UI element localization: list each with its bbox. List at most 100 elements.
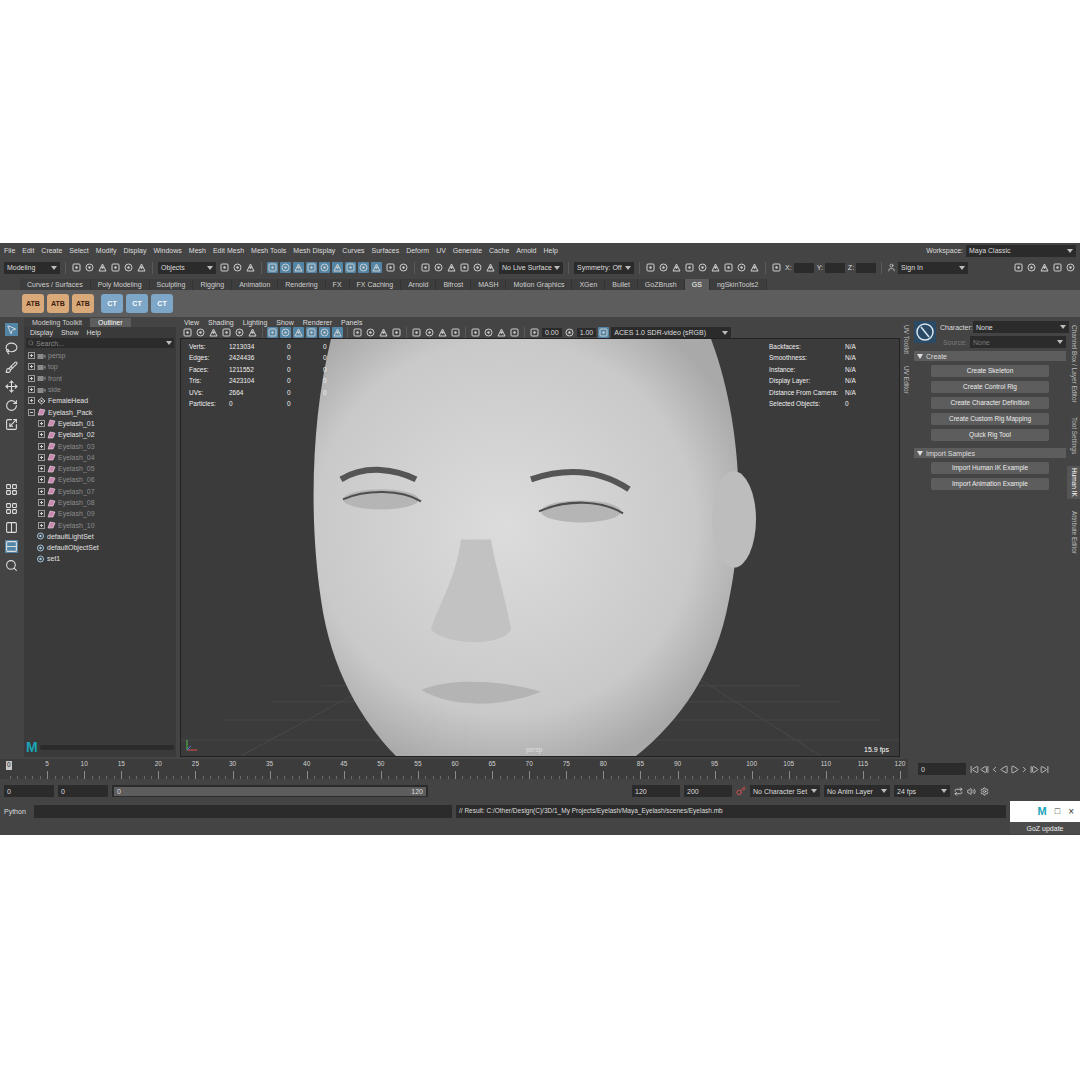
outliner-item[interactable]: Eyelash_03: [24, 440, 176, 451]
select-mask-icon[interactable]: [232, 262, 243, 273]
expand-icon[interactable]: [28, 352, 35, 359]
camera-tool-icon[interactable]: [195, 327, 206, 338]
workspace-dropdown[interactable]: Maya Classic: [966, 245, 1076, 257]
side-tab[interactable]: Attribute Editor: [1067, 509, 1080, 556]
section-header[interactable]: Create: [914, 351, 1066, 361]
outliner-item[interactable]: Eyelash_09: [24, 508, 176, 519]
render-icon[interactable]: [736, 262, 747, 273]
component-icon[interactable]: [358, 262, 369, 273]
snap-icon[interactable]: [485, 262, 496, 273]
current-frame-field[interactable]: 0: [918, 763, 966, 775]
component-icon[interactable]: [319, 262, 330, 273]
menu-item[interactable]: Select: [69, 247, 88, 254]
sound-icon[interactable]: [967, 787, 976, 796]
coord-field[interactable]: Y:: [817, 263, 845, 273]
menu-item[interactable]: Shading: [208, 319, 234, 326]
outliner-item[interactable]: Eyelash_10: [24, 519, 176, 530]
color-management-icon[interactable]: [598, 327, 609, 338]
shelf-tab[interactable]: GS: [685, 279, 710, 290]
close-button[interactable]: ×: [1068, 807, 1074, 817]
resolution-icon[interactable]: [470, 327, 481, 338]
menu-item[interactable]: UV: [436, 247, 446, 254]
shelf-tab[interactable]: Animation: [232, 279, 278, 290]
menu-item[interactable]: Mesh: [189, 247, 206, 254]
camera-tool-icon[interactable]: [221, 327, 232, 338]
lock-icon[interactable]: [398, 262, 409, 273]
character-set-dropdown[interactable]: No Character Set: [750, 785, 820, 797]
loop-icon[interactable]: [954, 787, 963, 796]
menu-item[interactable]: Panels: [341, 319, 362, 326]
outliner-layout-icon[interactable]: [5, 540, 18, 553]
outliner-item[interactable]: top: [24, 361, 176, 372]
shelf-tab[interactable]: XGen: [572, 279, 605, 290]
live-surface-dropdown[interactable]: No Live Surface: [499, 262, 563, 274]
shelf-button[interactable]: CT: [101, 294, 123, 313]
shelf-tab[interactable]: Rigging: [193, 279, 232, 290]
shelf-tab[interactable]: Curves / Surfaces: [20, 279, 91, 290]
panel-toggle-icon[interactable]: [1026, 262, 1037, 273]
shelf-tab[interactable]: Poly Modeling: [91, 279, 150, 290]
range-end-field[interactable]: 120: [632, 785, 680, 797]
hik-button[interactable]: Create Control Rig: [931, 381, 1049, 393]
outliner-item[interactable]: persp: [24, 350, 176, 361]
hik-button[interactable]: Import Human IK Example: [931, 462, 1049, 474]
resolution-icon[interactable]: [496, 327, 507, 338]
camera-tool-icon[interactable]: [182, 327, 193, 338]
sign-in[interactable]: Sign In: [887, 262, 968, 274]
file-icon[interactable]: [84, 262, 95, 273]
hik-button[interactable]: Quick Rig Tool: [931, 429, 1049, 441]
hik-button[interactable]: Create Skeleton: [931, 365, 1049, 377]
shelf-tab[interactable]: Bifrost: [436, 279, 471, 290]
shelf-tab[interactable]: MASH: [471, 279, 506, 290]
menu-item[interactable]: Create: [41, 247, 62, 254]
gamma-value[interactable]: 1.00: [577, 328, 597, 337]
shelf-tab[interactable]: Sculpting: [150, 279, 194, 290]
isolate-icon[interactable]: [411, 327, 422, 338]
character-dropdown[interactable]: None: [973, 321, 1069, 333]
symmetry-dropdown[interactable]: Symmetry: Off: [574, 262, 634, 274]
lighting-icon[interactable]: [378, 327, 389, 338]
play-backwards-icon[interactable]: [1000, 765, 1009, 774]
menu-item[interactable]: View: [184, 319, 199, 326]
outliner-item[interactable]: Eyelash_04: [24, 452, 176, 463]
menu-item[interactable]: Surfaces: [372, 247, 400, 254]
time-slider[interactable]: 5101520253035404550556065707580859095100…: [0, 759, 908, 779]
display-mode-icon[interactable]: [280, 327, 291, 338]
outliner-item[interactable]: FemaleHead: [24, 395, 176, 406]
start-field[interactable]: 0: [4, 785, 54, 797]
component-icon[interactable]: [267, 262, 278, 273]
step-back-icon[interactable]: [980, 765, 989, 774]
lock-icon[interactable]: [385, 262, 396, 273]
move-tool-icon[interactable]: [5, 380, 18, 393]
menu-item[interactable]: Help: [544, 247, 558, 254]
menu-item[interactable]: Deform: [406, 247, 429, 254]
hik-button[interactable]: Create Character Definition: [931, 397, 1049, 409]
side-tab[interactable]: UV Editor: [899, 364, 914, 396]
expand-icon[interactable]: [38, 443, 45, 450]
render-icon[interactable]: [749, 262, 760, 273]
play-icon[interactable]: [1010, 765, 1019, 774]
component-icon[interactable]: [345, 262, 356, 273]
shelf-button[interactable]: ATB: [22, 294, 44, 313]
panel-toggle-icon[interactable]: [1065, 262, 1076, 273]
shelf-tab[interactable]: Bullet: [605, 279, 638, 290]
source-dropdown[interactable]: None: [970, 336, 1066, 348]
file-icon[interactable]: [110, 262, 121, 273]
menu-item[interactable]: File: [4, 247, 15, 254]
file-icon[interactable]: [97, 262, 108, 273]
menu-item[interactable]: Cache: [489, 247, 509, 254]
command-input[interactable]: [34, 805, 452, 818]
render-icon[interactable]: [658, 262, 669, 273]
lighting-icon[interactable]: [391, 327, 402, 338]
shelf-tab[interactable]: ngSkinTools2: [710, 279, 767, 290]
outliner-item[interactable]: front: [24, 373, 176, 384]
side-tab[interactable]: Tool Settings: [1067, 415, 1080, 456]
expand-icon[interactable]: [38, 476, 45, 483]
outliner-item[interactable]: Eyelash_01: [24, 418, 176, 429]
resolution-icon[interactable]: [509, 327, 520, 338]
menu-item[interactable]: Help: [86, 329, 100, 336]
render-icon[interactable]: [684, 262, 695, 273]
shelf-tab[interactable]: Rendering: [278, 279, 325, 290]
exposure-icon[interactable]: [529, 327, 540, 338]
shelf-tab[interactable]: FX: [326, 279, 350, 290]
